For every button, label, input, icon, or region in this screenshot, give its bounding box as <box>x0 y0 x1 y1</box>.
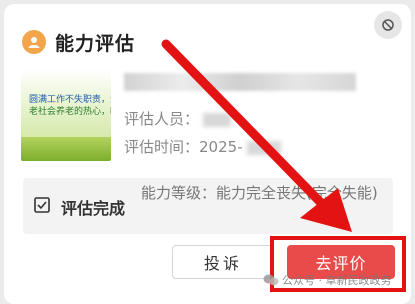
wechat-watermark: 公众号 · 阜新民政政务 <box>263 272 392 288</box>
watermark-text: 公众号 · 阜新民政政务 <box>282 274 392 287</box>
red-arrow-annotation <box>161 39 352 232</box>
wechat-icon <box>263 274 279 286</box>
arrow-shape <box>161 39 352 232</box>
